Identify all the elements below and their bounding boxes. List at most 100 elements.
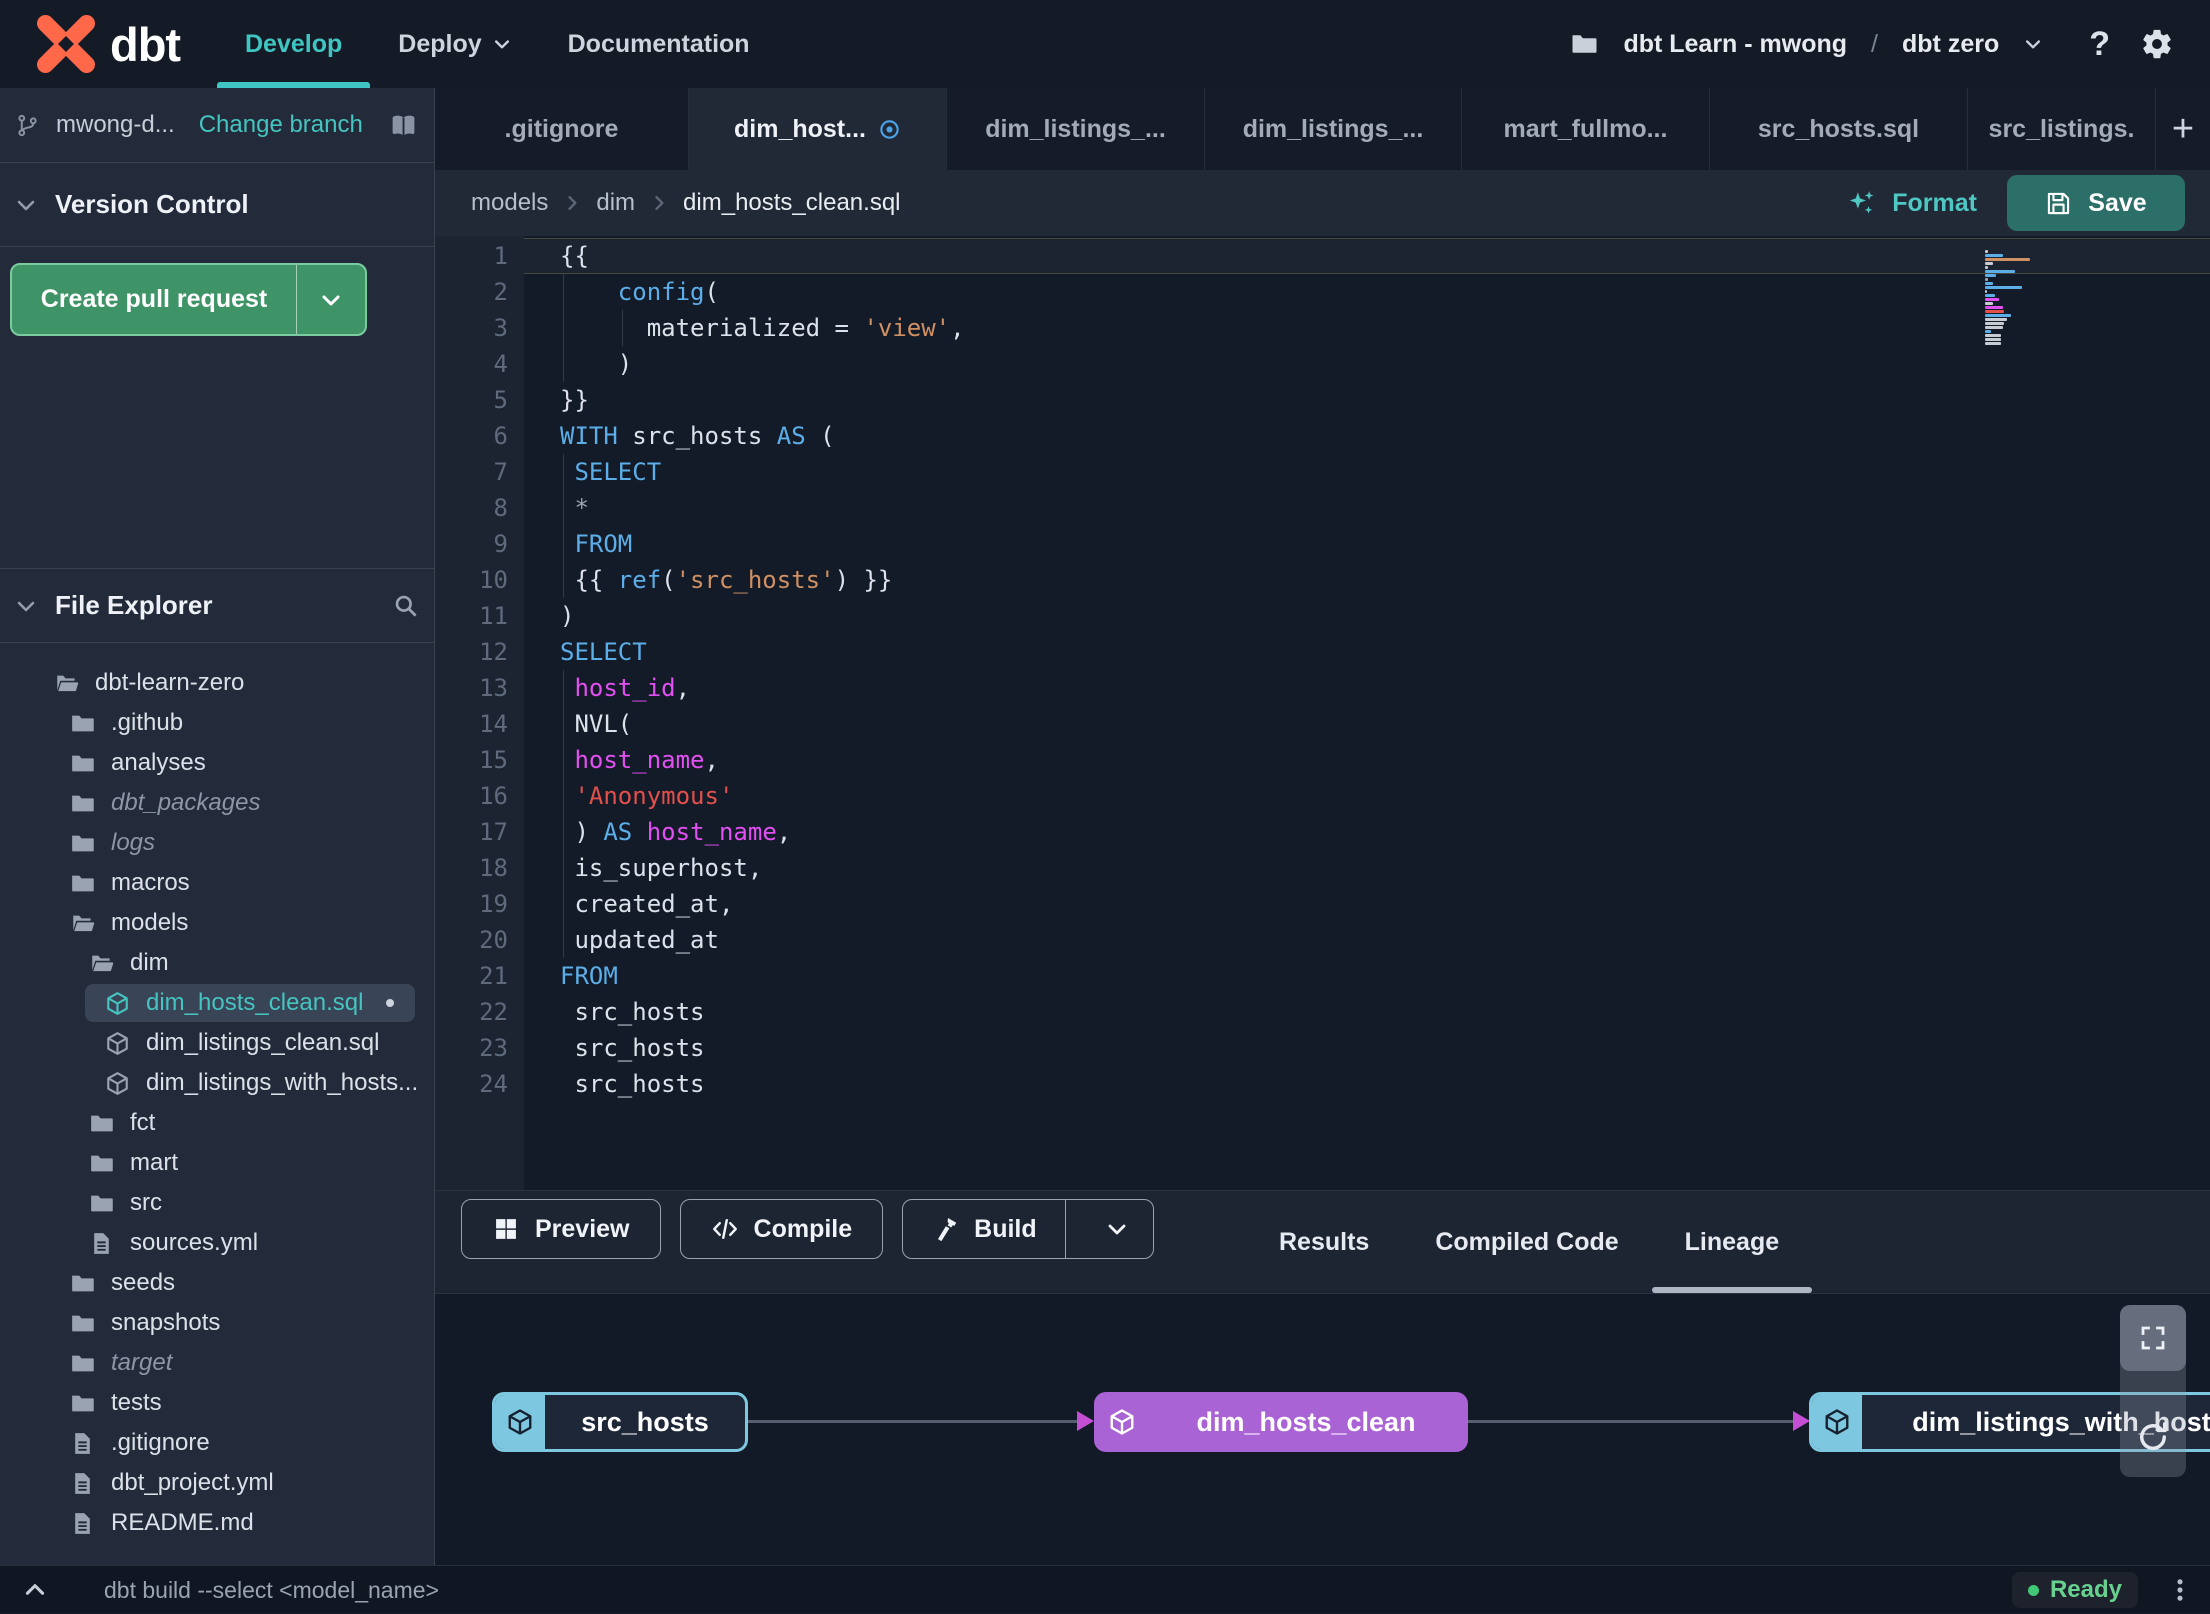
panel-tab-lineage[interactable]: Lineage [1651, 1191, 1813, 1293]
line-number: 19 [479, 890, 508, 918]
lineage-node-src-hosts[interactable]: src_hosts [492, 1392, 748, 1452]
editor-tab-src-hosts-sql[interactable]: src_hosts.sql [1710, 88, 1968, 170]
code-line[interactable]: host_name, [560, 742, 2150, 778]
file-tree-item-dbt-project-yml[interactable]: dbt_project.yml [0, 1463, 434, 1503]
file-tree-item-sources-yml[interactable]: sources.yml [0, 1223, 434, 1263]
minimap-line [1985, 298, 1999, 301]
lineage-node-dim-hosts-clean[interactable]: dim_hosts_clean [1094, 1392, 1468, 1452]
lineage-panel: src_hosts dim_hosts_clean dim_listings_wit… [435, 1294, 2210, 1565]
minimap[interactable] [1985, 250, 2041, 346]
file-tree-item-models[interactable]: models [0, 903, 434, 943]
project-chevron-down-icon[interactable] [2023, 34, 2043, 54]
model-icon [1107, 1407, 1137, 1437]
code-line[interactable]: {{ ref('src_hosts') }} [560, 562, 2150, 598]
file-tree-item-gitignore[interactable]: .gitignore [0, 1423, 434, 1463]
editor-tab-mart-fullmo[interactable]: mart_fullmo... [1462, 88, 1710, 170]
command-input[interactable]: dbt build --select <model_name> [104, 1566, 439, 1614]
code-line[interactable]: config( [560, 274, 2150, 310]
file-tree-item-readme-md[interactable]: README.md [0, 1503, 434, 1543]
version-control-header[interactable]: Version Control [0, 163, 434, 247]
search-icon[interactable] [392, 592, 419, 619]
file-tree-item-dim-listings-with-hosts[interactable]: dim_listings_with_hosts... [0, 1063, 434, 1103]
breadcrumb-item[interactable]: models [471, 189, 548, 217]
code-line[interactable]: NVL( [560, 706, 2150, 742]
docs-book-icon[interactable] [389, 111, 418, 140]
nav-item-deploy[interactable]: Deploy [398, 0, 511, 88]
file-tree-item-mart[interactable]: mart [0, 1143, 434, 1183]
code-line[interactable]: ) [560, 598, 2150, 634]
project-name[interactable]: dbt zero [1902, 30, 1999, 59]
code-line[interactable]: * [560, 490, 2150, 526]
dbt-brand[interactable]: dbt [36, 14, 181, 74]
file-tree-item-dim[interactable]: dim [0, 943, 434, 983]
panel-tab-compiled-code[interactable]: Compiled Code [1402, 1191, 1651, 1293]
code-editor[interactable]: 1 2 3 4 5 6 7 8 9 10 11 12 13 14 15 16 17 18 19 20 21 22 23 24 … [435, 236, 2210, 1190]
file-tree-item-tests[interactable]: tests [0, 1383, 434, 1423]
editor-tab-dim-listings[interactable]: dim_listings_... [947, 88, 1205, 170]
file-tree-item-dbt-packages[interactable]: dbt_packages [0, 783, 434, 823]
code-line[interactable]: created_at, [560, 886, 2150, 922]
code-line[interactable]: 'Anonymous' [560, 778, 2150, 814]
editor-tab-dim-host[interactable]: dim_host... [689, 88, 947, 170]
create-pull-request-button[interactable]: Create pull request [10, 263, 367, 336]
hammer-icon [931, 1215, 959, 1243]
code-line[interactable]: host_id, [560, 670, 2150, 706]
new-tab-button[interactable]: + [2156, 88, 2210, 170]
kebab-menu-icon[interactable] [2166, 1576, 2194, 1604]
editor-tab-dim-listings[interactable]: dim_listings_... [1205, 88, 1462, 170]
breadcrumb-item[interactable]: dim [596, 189, 635, 217]
pull-request-dropdown[interactable] [297, 265, 365, 334]
code-line[interactable]: {{ [560, 238, 2150, 274]
code-line[interactable]: updated_at [560, 922, 2150, 958]
code-line[interactable]: FROM [560, 958, 2150, 994]
compile-button[interactable]: Compile [679, 1199, 884, 1259]
build-button[interactable]: Build [902, 1199, 1154, 1259]
help-button[interactable]: ? [2089, 25, 2110, 64]
file-tree-item-target[interactable]: target [0, 1343, 434, 1383]
file-tree-item-seeds[interactable]: seeds [0, 1263, 434, 1303]
file-explorer-header[interactable]: File Explorer [0, 568, 434, 643]
change-branch-link[interactable]: Change branch [199, 111, 363, 139]
file-tree-item-snapshots[interactable]: snapshots [0, 1303, 434, 1343]
code-line[interactable]: ) [560, 346, 2150, 382]
code-line[interactable]: WITH src_hosts AS ( [560, 418, 2150, 454]
file-tree-item-dim-listings-clean-sql[interactable]: dim_listings_clean.sql [0, 1023, 434, 1063]
panel-tab-results[interactable]: Results [1246, 1191, 1402, 1293]
file-tree-item-dim-hosts-clean-sql[interactable]: dim_hosts_clean.sql [0, 983, 434, 1023]
code-line[interactable]: src_hosts [560, 994, 2150, 1030]
code-line[interactable]: materialized = 'view', [560, 310, 2150, 346]
file-tree-item-logs[interactable]: logs [0, 823, 434, 863]
preview-button[interactable]: Preview [461, 1199, 661, 1259]
editor-tab-gitignore[interactable]: .gitignore [435, 88, 689, 170]
code-line[interactable]: src_hosts [560, 1066, 2150, 1102]
file-tree-item-dbt-learn-zero[interactable]: dbt-learn-zero [0, 663, 434, 703]
save-button[interactable]: Save [2007, 175, 2185, 231]
code-line[interactable]: FROM [560, 526, 2150, 562]
nav-item-develop[interactable]: Develop [216, 0, 371, 88]
format-button[interactable]: Format [1846, 188, 1977, 218]
line-number: 2 [493, 278, 508, 306]
file-tree-item-fct[interactable]: fct [0, 1103, 434, 1143]
code-line[interactable]: src_hosts [560, 1030, 2150, 1066]
file-name: logs [111, 829, 156, 856]
account-name[interactable]: dbt Learn - mwong [1623, 30, 1847, 59]
create-pull-request-label[interactable]: Create pull request [12, 265, 297, 334]
breadcrumb-item[interactable]: dim_hosts_clean.sql [683, 189, 900, 217]
code-line[interactable]: SELECT [560, 454, 2150, 490]
refresh-icon[interactable] [2135, 1419, 2171, 1455]
build-dropdown-button[interactable] [1081, 1200, 1153, 1258]
editor-tab-src-listings[interactable]: src_listings. [1968, 88, 2156, 170]
code-line[interactable]: is_superhost, [560, 850, 2150, 886]
chevron-up-icon[interactable] [22, 1577, 48, 1603]
file-tree-item-macros[interactable]: macros [0, 863, 434, 903]
file-tree-item-analyses[interactable]: analyses [0, 743, 434, 783]
file-tree-item-src[interactable]: src [0, 1183, 434, 1223]
code-line[interactable]: }} [560, 382, 2150, 418]
settings-gear-icon[interactable] [2140, 27, 2174, 61]
fullscreen-expand-button[interactable] [2120, 1305, 2186, 1371]
file-tree-item-github[interactable]: .github [0, 703, 434, 743]
code-line[interactable]: ) AS host_name, [560, 814, 2150, 850]
code-line[interactable]: SELECT [560, 634, 2150, 670]
nav-item-documentation[interactable]: Documentation [568, 0, 750, 88]
folder-icon [69, 710, 96, 737]
